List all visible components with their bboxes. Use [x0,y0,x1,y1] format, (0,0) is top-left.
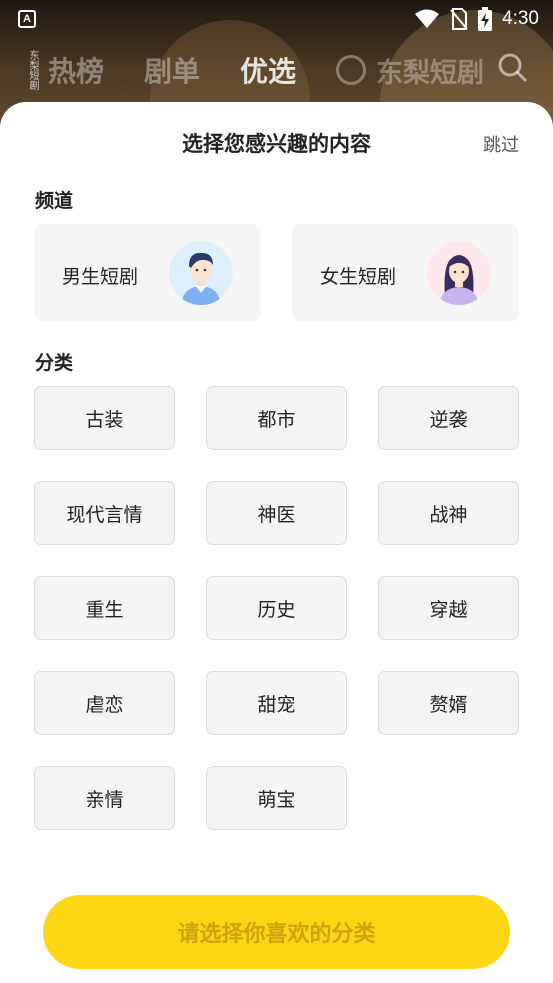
brand-label: 东梨短剧 [376,57,485,89]
app-logo: 东梨短剧 [27,50,38,90]
status-bar: A 4:30 [0,0,553,38]
wifi-icon [415,9,440,28]
category-chip[interactable]: 穿越 [378,576,519,640]
no-sim-icon [450,8,468,30]
category-chip[interactable]: 亲情 [34,766,175,830]
category-chip[interactable]: 历史 [206,576,347,640]
tab-playlist[interactable]: 剧单 [144,50,200,90]
category-chip[interactable]: 萌宝 [206,766,347,830]
top-navigation: 东梨短剧 热榜 剧单 优选 东梨短剧 [0,40,553,110]
brand-tab[interactable]: 东梨短剧 [336,51,484,90]
brand-pear-icon [336,55,367,85]
category-chip[interactable]: 重生 [34,576,175,640]
category-chip[interactable]: 都市 [206,386,347,450]
channel-card-male[interactable]: 男生短剧 [34,224,261,321]
category-chip[interactable]: 神医 [206,481,347,545]
app-notification-icon: A [18,10,36,28]
category-chip[interactable]: 甜宠 [206,671,347,735]
confirm-selection-button[interactable]: 请选择你喜欢的分类 [43,895,510,969]
channel-card-female[interactable]: 女生短剧 [292,224,519,321]
tab-featured[interactable]: 优选 [240,50,296,110]
clock: 4:30 [502,8,539,29]
category-chip[interactable]: 逆袭 [378,386,519,450]
channel-section-label: 频道 [35,190,74,212]
category-chip[interactable]: 战神 [378,481,519,545]
skip-button[interactable]: 跳过 [483,131,519,157]
interest-selection-sheet: 选择您感兴趣的内容 跳过 频道 男生短剧 女生短剧 分类 古装 都市 逆袭 现代… [0,102,553,983]
channel-label: 女生短剧 [320,266,397,288]
channel-label: 男生短剧 [62,266,139,288]
female-avatar-icon [427,241,491,305]
category-chip[interactable]: 古装 [34,386,175,450]
category-section-label: 分类 [35,352,74,374]
category-chip[interactable]: 赘婿 [378,671,519,735]
search-icon[interactable] [497,52,527,82]
category-chip[interactable]: 现代言情 [34,481,175,545]
category-chip[interactable]: 虐恋 [34,671,175,735]
male-avatar-icon [169,241,233,305]
tab-hot-list[interactable]: 热榜 [48,50,104,90]
battery-charging-icon [478,7,493,31]
sheet-title: 选择您感兴趣的内容 [182,132,371,156]
